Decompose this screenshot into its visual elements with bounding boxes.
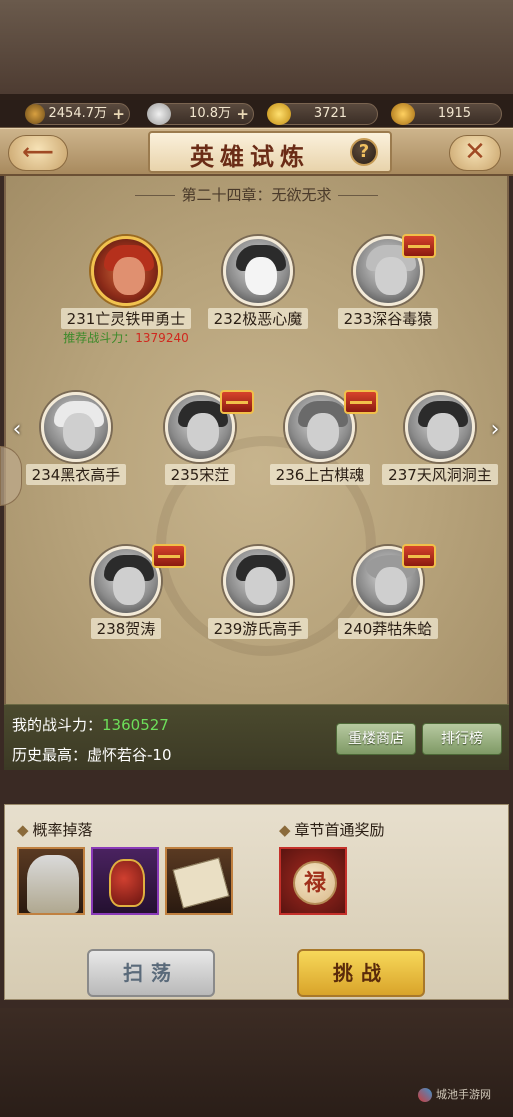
page-title: 英雄试炼: [190, 142, 310, 171]
help-button[interactable]: ?: [350, 138, 378, 166]
diamond-icon: ◆: [279, 821, 291, 839]
silver-ingot-icon: [147, 103, 171, 125]
stage-node-234[interactable]: 234黑衣高手: [6, 392, 146, 485]
locked-gold-icon: [391, 103, 415, 125]
add-silver-button[interactable]: +: [236, 104, 249, 124]
stage-node-235[interactable]: 235宋茳: [130, 390, 270, 485]
locked-gold-value: 1915: [437, 106, 471, 121]
stage-label: 234黑衣高手: [25, 464, 127, 485]
my-power: 我的战斗力：1360527: [12, 714, 169, 735]
silver-currency: 10.8万 +: [147, 103, 254, 125]
best-record: 历史最高：虚怀若谷-10: [12, 744, 172, 765]
stage-label: 237天风洞洞主: [382, 464, 498, 485]
hero-portrait: [91, 546, 161, 616]
drops-title: ◆ 概率掉落: [17, 819, 93, 840]
copper-currency: 2454.7万 +: [25, 103, 130, 125]
hero-portrait: [91, 236, 161, 306]
gold-currency: 3721: [267, 103, 378, 125]
stage-label: 231亡灵铁甲勇士: [60, 308, 192, 329]
scroll-icon: [172, 857, 230, 909]
chapter-title: 第二十四章：无欲无求: [0, 184, 513, 205]
stage-node-231[interactable]: 231亡灵铁甲勇士 推荐战斗力：1379240: [56, 236, 196, 346]
best-record-label: 历史最高：: [12, 746, 88, 764]
hero-portrait: [223, 236, 293, 306]
stage-label: 235宋茳: [164, 464, 236, 485]
my-power-value: 1360527: [102, 716, 169, 734]
stage-label: 238贺涛: [90, 618, 162, 639]
game-screen: 2454.7万 + 10.8万 + 3721 1915 ⟵ 英雄试炼 ? ✕ 第…: [0, 0, 513, 1117]
shop-button[interactable]: 重楼商店: [336, 723, 416, 755]
watermark-text: 城池手游网: [436, 1088, 491, 1101]
stage-node-233[interactable]: 233深谷毒猿: [318, 234, 458, 329]
copper-value: 2454.7万: [48, 106, 108, 121]
hero-portrait: [405, 392, 475, 462]
drop-item-wine-jar[interactable]: [91, 847, 159, 915]
stage-node-236[interactable]: 236上古棋魂: [250, 390, 390, 485]
my-power-label: 我的战斗力：: [12, 716, 103, 734]
watermark: 城池手游网: [418, 1086, 491, 1102]
back-arrow-icon: ⟵: [22, 140, 54, 165]
treasure-chest-icon: [402, 544, 436, 568]
stage-label: 233深谷毒猿: [337, 308, 439, 329]
gold-ingot-icon: [267, 103, 291, 125]
back-button[interactable]: ⟵: [8, 135, 68, 171]
stage-node-238[interactable]: 238贺涛: [56, 544, 196, 639]
stage-node-240[interactable]: 240莽牯朱蛤: [318, 544, 458, 639]
first-clear-title: ◆ 章节首通奖励: [279, 819, 385, 840]
header: ⟵ 英雄试炼 ? ✕: [0, 128, 513, 176]
currency-bar: 2454.7万 + 10.8万 + 3721 1915: [0, 100, 513, 128]
close-button[interactable]: ✕: [449, 135, 501, 171]
treasure-chest-icon: [402, 234, 436, 258]
treasure-chest-icon: [152, 544, 186, 568]
rewards-panel: ◆ 概率掉落 ◆ 章节首通奖励 禄 扫荡 挑战: [4, 804, 509, 1000]
stage-label: 232极恶心魔: [207, 308, 309, 329]
stage-label: 239游氏高手: [207, 618, 309, 639]
hero-portrait: [223, 546, 293, 616]
stage-node-239[interactable]: 239游氏高手: [188, 546, 328, 639]
drops-title-text: 概率掉落: [32, 821, 93, 839]
best-record-value: 虚怀若谷-10: [87, 746, 172, 764]
stage-label: 236上古棋魂: [269, 464, 371, 485]
sage-portrait-icon: [27, 855, 79, 913]
watermark-logo-icon: [418, 1088, 432, 1102]
sweep-button[interactable]: 扫荡: [87, 949, 215, 997]
recommended-value: 1379240: [135, 331, 189, 345]
close-icon: ✕: [464, 137, 486, 167]
first-clear-reward-coin[interactable]: 禄: [279, 847, 347, 915]
diamond-icon: ◆: [17, 821, 29, 839]
question-icon: ?: [358, 141, 370, 162]
challenge-button[interactable]: 挑战: [297, 949, 425, 997]
title-plaque: 英雄试炼 ?: [148, 131, 392, 173]
stage-label: 240莽牯朱蛤: [337, 618, 439, 639]
recommended-power: 推荐战斗力：1379240: [56, 329, 196, 346]
leaderboard-button[interactable]: 排行榜: [422, 723, 502, 755]
first-clear-title-text: 章节首通奖励: [294, 821, 385, 839]
treasure-chest-icon: [220, 390, 254, 414]
stage-node-232[interactable]: 232极恶心魔: [188, 236, 328, 329]
next-chapter-arrow-icon[interactable]: ›: [486, 418, 504, 444]
drop-item-hero-card[interactable]: [17, 847, 85, 915]
lu-coin-icon: 禄: [293, 861, 337, 905]
wine-jar-icon: [109, 859, 145, 907]
add-copper-button[interactable]: +: [112, 104, 125, 124]
silver-value: 10.8万: [189, 106, 231, 121]
previous-chapter-arrow-icon[interactable]: ‹: [8, 418, 26, 444]
drop-item-scroll[interactable]: [165, 847, 233, 915]
power-stats-bar: 我的战斗力：1360527 历史最高：虚怀若谷-10 重楼商店 排行榜: [4, 704, 509, 770]
top-frame: [0, 0, 513, 100]
copper-coin-icon: [25, 104, 45, 124]
locked-gold-currency: 1915: [391, 103, 502, 125]
recommended-label: 推荐战斗力：: [63, 331, 136, 345]
hero-portrait: [41, 392, 111, 462]
gold-value: 3721: [313, 106, 347, 121]
